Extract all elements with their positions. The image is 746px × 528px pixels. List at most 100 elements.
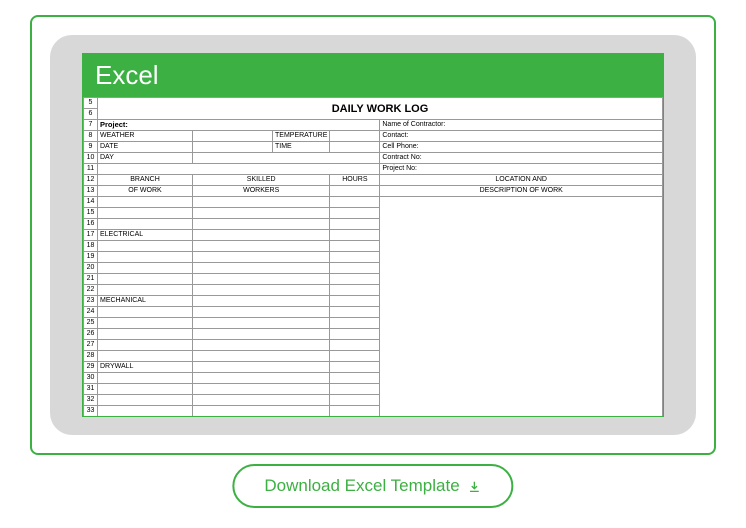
col-header-workers: WORKERS — [193, 186, 330, 197]
row-number: 19 — [84, 252, 98, 263]
cell — [98, 285, 193, 296]
weather-label: WEATHER — [98, 131, 193, 142]
row-number: 21 — [84, 274, 98, 285]
worksheet-table: 5 DAILY WORK LOG 6 7 Project: Name of Co… — [83, 97, 663, 416]
cell — [330, 197, 380, 208]
contractno-label: Contract No: — [380, 153, 663, 164]
row-number: 31 — [84, 384, 98, 395]
row-number: 26 — [84, 329, 98, 340]
cell — [330, 318, 380, 329]
projectno-label: Project No: — [380, 164, 663, 175]
description-area — [380, 197, 663, 417]
cell — [193, 285, 330, 296]
download-label: Download Excel Template — [264, 476, 459, 496]
cell — [193, 153, 380, 164]
cell — [98, 252, 193, 263]
cell — [330, 307, 380, 318]
col-header-location: LOCATION AND — [380, 175, 663, 186]
project-label: Project: — [98, 120, 380, 131]
table-row: 8 WEATHER TEMPERATURE Contact: — [84, 131, 663, 142]
row-number: 16 — [84, 219, 98, 230]
cell — [330, 373, 380, 384]
row-number: 20 — [84, 263, 98, 274]
cell — [193, 329, 330, 340]
tablet-screen: Excel 5 DAILY WORK LOG 6 7 Project: Name… — [82, 53, 664, 417]
cell — [193, 197, 330, 208]
row-number: 10 — [84, 153, 98, 164]
cell — [193, 296, 330, 307]
cell — [98, 340, 193, 351]
row-number: 15 — [84, 208, 98, 219]
row-number: 18 — [84, 241, 98, 252]
row-number: 17 — [84, 230, 98, 241]
cell — [193, 142, 273, 153]
cell — [330, 274, 380, 285]
cell — [98, 164, 380, 175]
row-number: 14 — [84, 197, 98, 208]
row-number: 29 — [84, 362, 98, 373]
cell — [330, 131, 380, 142]
cell — [98, 395, 193, 406]
cell — [193, 351, 330, 362]
spreadsheet: 5 DAILY WORK LOG 6 7 Project: Name of Co… — [83, 97, 663, 416]
cell — [98, 373, 193, 384]
cell — [193, 263, 330, 274]
cell — [193, 340, 330, 351]
cell — [193, 208, 330, 219]
cell — [193, 373, 330, 384]
cell — [193, 241, 330, 252]
cell — [330, 362, 380, 373]
cell — [193, 131, 273, 142]
cell — [330, 406, 380, 417]
category-drywall: DRYWALL — [98, 362, 193, 373]
table-row: 5 DAILY WORK LOG — [84, 98, 663, 109]
category-mechanical: MECHANICAL — [98, 296, 193, 307]
col-header-description: DESCRIPTION OF WORK — [380, 186, 663, 197]
temperature-label: TEMPERATURE — [273, 131, 330, 142]
table-row: 9 DATE TIME Cell Phone: — [84, 142, 663, 153]
cell — [193, 318, 330, 329]
cell — [193, 252, 330, 263]
contact-label: Contact: — [380, 131, 663, 142]
cell — [330, 230, 380, 241]
download-button[interactable]: Download Excel Template — [232, 464, 513, 508]
cell — [193, 274, 330, 285]
cell — [330, 219, 380, 230]
row-number: 13 — [84, 186, 98, 197]
cellphone-label: Cell Phone: — [380, 142, 663, 153]
table-row: 12 BRANCH SKILLED HOURS LOCATION AND — [84, 175, 663, 186]
row-number: 27 — [84, 340, 98, 351]
cell — [193, 307, 330, 318]
row-number: 30 — [84, 373, 98, 384]
cell — [98, 274, 193, 285]
table-row: 10 DAY Contract No: — [84, 153, 663, 164]
table-row: 7 Project: Name of Contractor: — [84, 120, 663, 131]
cell — [98, 307, 193, 318]
cell — [193, 219, 330, 230]
cell — [330, 186, 380, 197]
contractor-label: Name of Contractor: — [380, 120, 663, 131]
cell — [193, 384, 330, 395]
app-title-bar: Excel — [83, 54, 663, 97]
cell — [98, 263, 193, 274]
sheet-title: DAILY WORK LOG — [98, 98, 663, 120]
cell — [98, 329, 193, 340]
row-number: 7 — [84, 120, 98, 131]
cell — [330, 340, 380, 351]
col-header-hours: HOURS — [330, 175, 380, 186]
cell — [330, 296, 380, 307]
cell — [98, 241, 193, 252]
download-icon — [468, 479, 482, 493]
row-number: 32 — [84, 395, 98, 406]
cell — [330, 208, 380, 219]
cell — [98, 208, 193, 219]
cell — [330, 384, 380, 395]
cell — [193, 395, 330, 406]
row-number: 33 — [84, 406, 98, 417]
table-row: 13 OF WORK WORKERS DESCRIPTION OF WORK — [84, 186, 663, 197]
cell — [330, 395, 380, 406]
cell — [330, 329, 380, 340]
time-label: TIME — [273, 142, 330, 153]
cell — [193, 230, 330, 241]
cell — [98, 219, 193, 230]
